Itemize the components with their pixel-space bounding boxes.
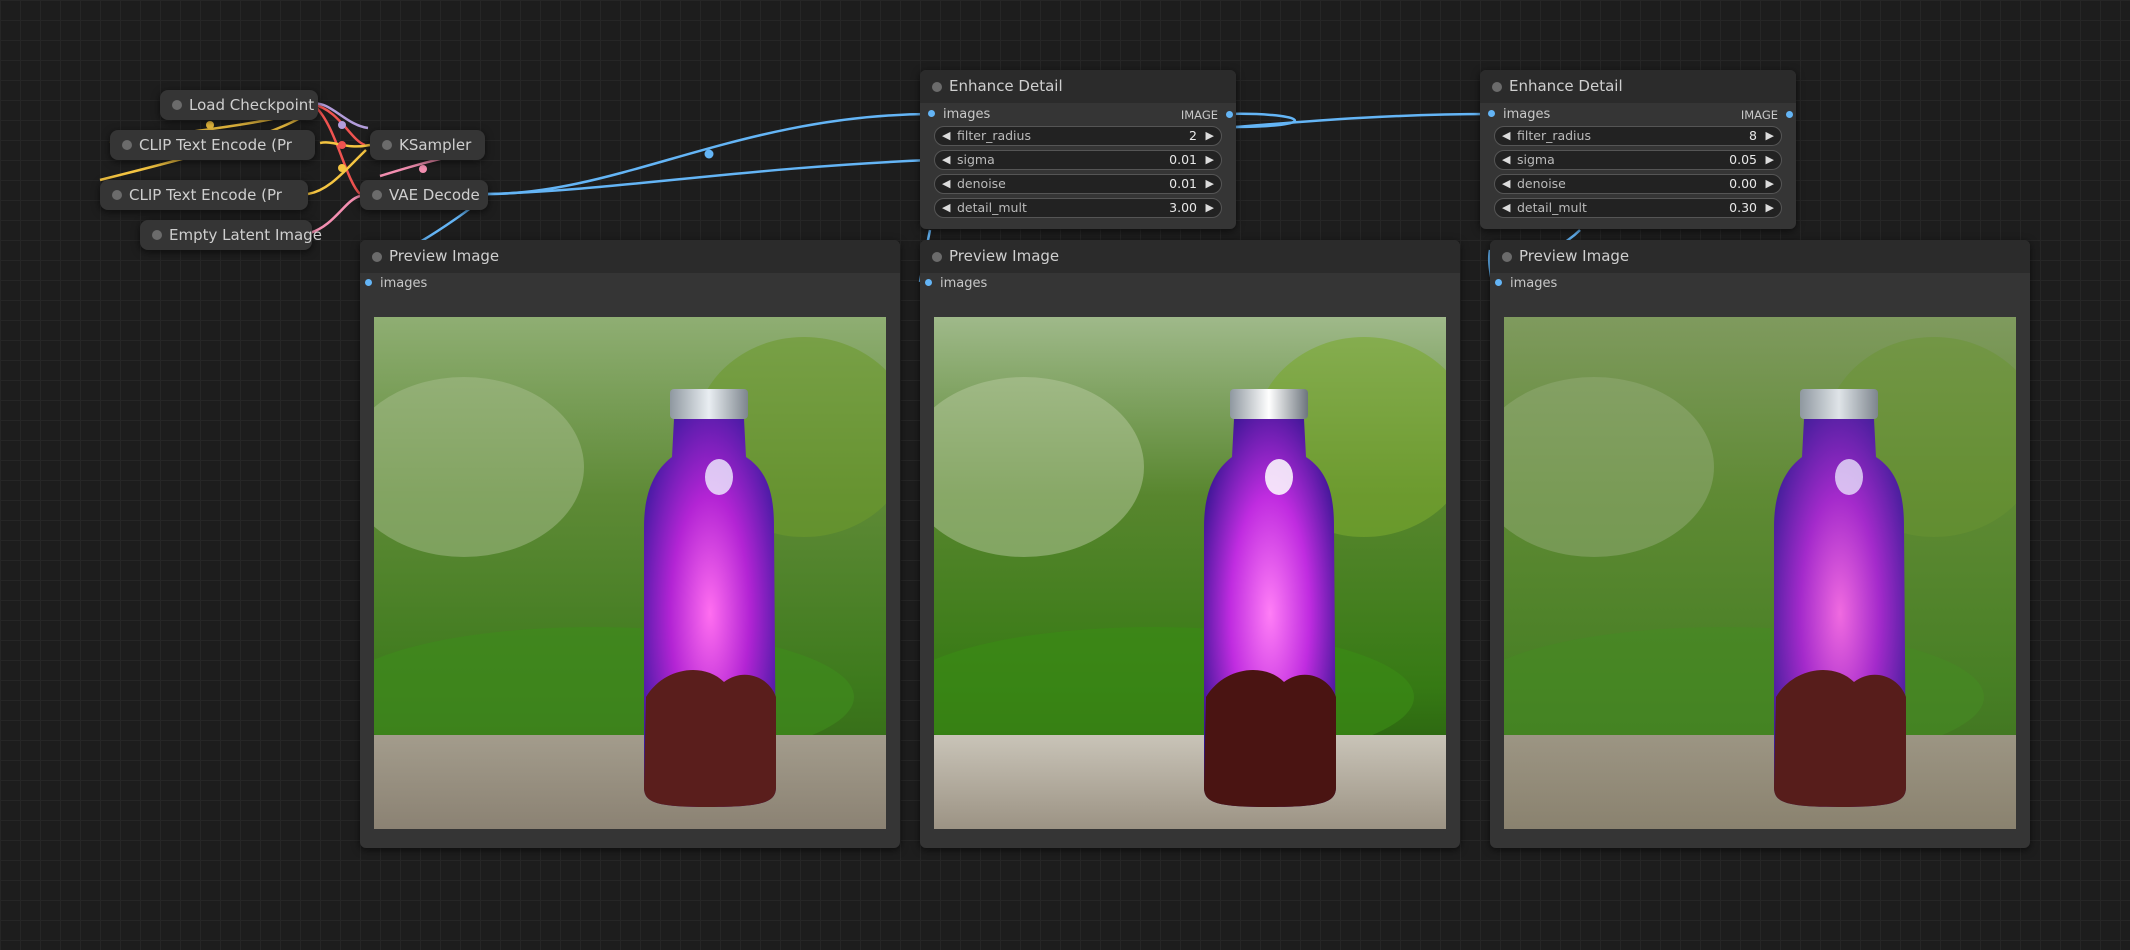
slot-label: images: [1510, 276, 1558, 291]
node-title: CLIP Text Encode (Pr: [139, 136, 292, 154]
widget-label: sigma: [1517, 152, 1555, 167]
preview-image: [374, 317, 886, 829]
node-title: Preview Image: [389, 247, 500, 265]
collapse-dot-icon[interactable]: [372, 251, 382, 262]
decrement-arrow-icon[interactable]: ◀: [1502, 199, 1510, 217]
node-title: KSampler: [399, 136, 472, 154]
filter-radius-widget[interactable]: ◀ filter_radius 8 ▶: [1494, 126, 1782, 146]
empty-latent-image-node[interactable]: Empty Latent Image: [140, 220, 322, 250]
preview-image: [934, 317, 1446, 829]
filter-radius-widget[interactable]: ◀ filter_radius 2 ▶: [934, 126, 1222, 146]
widget-label: denoise: [957, 176, 1006, 191]
images-input-slot[interactable]: images: [925, 275, 987, 293]
ksampler-node[interactable]: KSampler: [370, 130, 485, 160]
slot-label: IMAGE: [1740, 108, 1778, 122]
decrement-arrow-icon[interactable]: ◀: [1502, 127, 1510, 145]
increment-arrow-icon[interactable]: ▶: [1766, 127, 1774, 145]
increment-arrow-icon[interactable]: ▶: [1206, 199, 1214, 217]
image-output-slot[interactable]: IMAGE: [1181, 106, 1233, 125]
node-title: Preview Image: [949, 247, 1060, 265]
collapse-dot-icon[interactable]: [382, 140, 392, 150]
widget-value: 0.05: [1729, 152, 1757, 167]
clip-text-encode-node-2[interactable]: CLIP Text Encode (Pr: [100, 180, 308, 210]
widget-label: filter_radius: [1517, 128, 1591, 143]
widget-label: sigma: [957, 152, 995, 167]
images-input-slot[interactable]: images: [928, 106, 990, 124]
widget-label: denoise: [1517, 176, 1566, 191]
image-output-slot[interactable]: IMAGE: [1741, 106, 1793, 125]
widget-value: 0.01: [1169, 176, 1197, 191]
increment-arrow-icon[interactable]: ▶: [1206, 151, 1214, 169]
images-input-slot[interactable]: images: [1495, 275, 1557, 293]
collapse-dot-icon[interactable]: [1502, 251, 1512, 262]
input-socket-icon[interactable]: [928, 110, 935, 117]
increment-arrow-icon[interactable]: ▶: [1766, 199, 1774, 217]
increment-arrow-icon[interactable]: ▶: [1766, 175, 1774, 193]
widget-value: 0.01: [1169, 152, 1197, 167]
increment-arrow-icon[interactable]: ▶: [1766, 151, 1774, 169]
widget-label: filter_radius: [957, 128, 1031, 143]
input-socket-icon[interactable]: [1488, 110, 1495, 117]
enhance-detail-node-1[interactable]: Enhance Detail images IMAGE ◀ filter_radi…: [920, 70, 1236, 229]
clip-text-encode-node-1[interactable]: CLIP Text Encode (Pr: [110, 130, 315, 160]
output-socket-icon[interactable]: [1226, 111, 1233, 118]
collapse-dot-icon[interactable]: [172, 100, 182, 110]
decrement-arrow-icon[interactable]: ◀: [942, 175, 950, 193]
slot-label: images: [940, 276, 988, 291]
input-socket-icon[interactable]: [925, 279, 932, 286]
node-title: Load Checkpoint: [189, 96, 315, 114]
slot-label: images: [943, 107, 991, 122]
input-socket-icon[interactable]: [365, 279, 372, 286]
images-input-slot[interactable]: images: [365, 275, 427, 293]
widget-label: detail_mult: [957, 200, 1027, 215]
images-input-slot[interactable]: images: [1488, 106, 1550, 124]
decrement-arrow-icon[interactable]: ◀: [1502, 151, 1510, 169]
denoise-widget[interactable]: ◀ denoise 0.00 ▶: [1494, 174, 1782, 194]
decrement-arrow-icon[interactable]: ◀: [1502, 175, 1510, 193]
decrement-arrow-icon[interactable]: ◀: [942, 127, 950, 145]
node-title: Preview Image: [1519, 247, 1630, 265]
collapse-dot-icon[interactable]: [372, 190, 382, 200]
preview-image-node-3[interactable]: Preview Image images: [1490, 240, 2030, 848]
node-title: Empty Latent Image: [169, 226, 322, 244]
widget-value: 3.00: [1169, 200, 1197, 215]
widget-value: 8: [1749, 128, 1757, 143]
slot-label: IMAGE: [1180, 108, 1218, 122]
load-checkpoint-node[interactable]: Load Checkpoint: [160, 90, 318, 120]
denoise-widget[interactable]: ◀ denoise 0.01 ▶: [934, 174, 1222, 194]
widget-value: 0.30: [1729, 200, 1757, 215]
node-title: CLIP Text Encode (Pr: [129, 186, 282, 204]
slot-label: images: [380, 276, 428, 291]
node-title: Enhance Detail: [949, 77, 1063, 95]
collapse-dot-icon[interactable]: [1492, 81, 1502, 92]
decrement-arrow-icon[interactable]: ◀: [942, 199, 950, 217]
slot-label: images: [1503, 107, 1551, 122]
widget-label: detail_mult: [1517, 200, 1587, 215]
decrement-arrow-icon[interactable]: ◀: [942, 151, 950, 169]
sigma-widget[interactable]: ◀ sigma 0.01 ▶: [934, 150, 1222, 170]
collapse-dot-icon[interactable]: [122, 140, 132, 150]
increment-arrow-icon[interactable]: ▶: [1206, 127, 1214, 145]
increment-arrow-icon[interactable]: ▶: [1206, 175, 1214, 193]
vae-decode-node[interactable]: VAE Decode: [360, 180, 488, 210]
node-title: Enhance Detail: [1509, 77, 1623, 95]
output-socket-icon[interactable]: [1786, 111, 1793, 118]
collapse-dot-icon[interactable]: [112, 190, 122, 200]
preview-image-node-1[interactable]: Preview Image images: [360, 240, 900, 848]
collapse-dot-icon[interactable]: [932, 251, 942, 262]
widget-value: 2: [1189, 128, 1197, 143]
input-socket-icon[interactable]: [1495, 279, 1502, 286]
node-title: VAE Decode: [389, 186, 480, 204]
detail-mult-widget[interactable]: ◀ detail_mult 3.00 ▶: [934, 198, 1222, 218]
sigma-widget[interactable]: ◀ sigma 0.05 ▶: [1494, 150, 1782, 170]
preview-image-node-2[interactable]: Preview Image images: [920, 240, 1460, 848]
widget-value: 0.00: [1729, 176, 1757, 191]
collapse-dot-icon[interactable]: [152, 230, 162, 240]
enhance-detail-node-2[interactable]: Enhance Detail images IMAGE ◀ filter_radi…: [1480, 70, 1796, 229]
collapse-dot-icon[interactable]: [932, 81, 942, 92]
detail-mult-widget[interactable]: ◀ detail_mult 0.30 ▶: [1494, 198, 1782, 218]
preview-image: [1504, 317, 2016, 829]
